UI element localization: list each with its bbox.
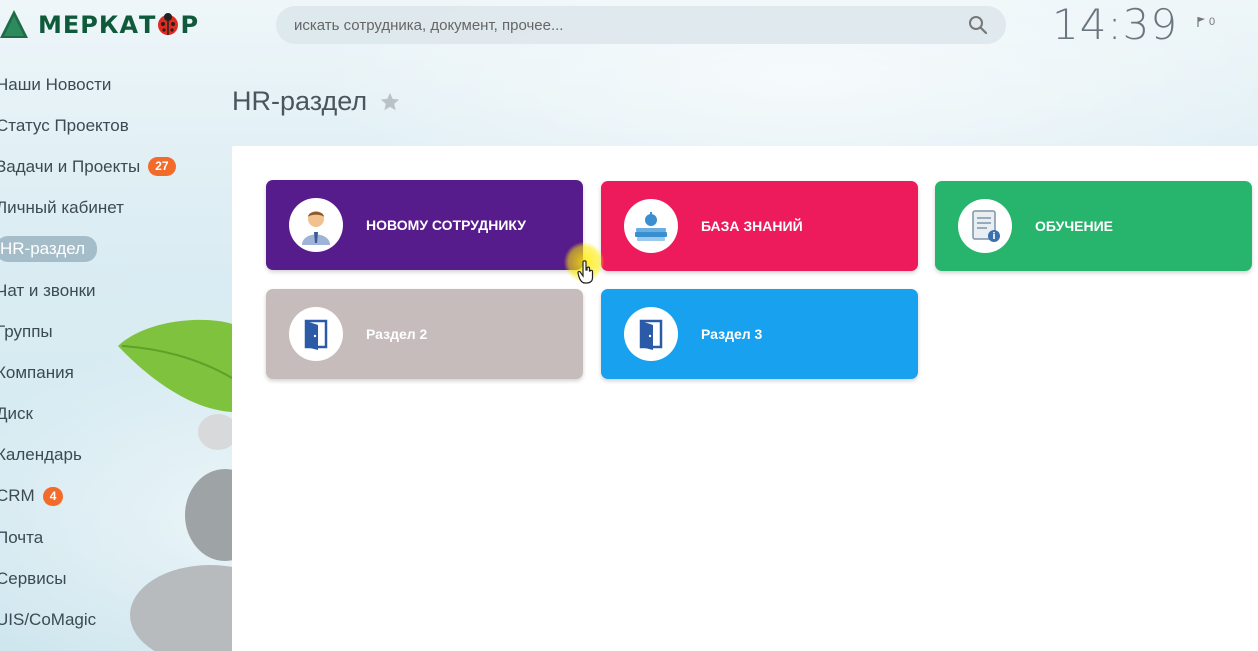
sidebar-item-disk[interactable]: Диск bbox=[0, 394, 230, 435]
sidebar-item-label: Наши Новости bbox=[0, 74, 112, 94]
sidebar-item-calendar[interactable]: Календарь bbox=[0, 435, 230, 476]
sidebar-item-label: Задачи и Проекты bbox=[0, 156, 141, 176]
notification-count: 0 bbox=[1209, 16, 1216, 28]
training-document-icon bbox=[972, 210, 1000, 242]
tile-section-2[interactable]: Раздел 2 bbox=[266, 289, 583, 379]
sidebar-item-label: Чат и звонки bbox=[0, 280, 96, 300]
sidebar-item-hr[interactable]: HR-раздел bbox=[0, 229, 230, 270]
folder-door-icon bbox=[304, 319, 328, 350]
sidebar-item-label: UIS/CoMagic bbox=[0, 610, 97, 630]
sidebar-item-label: Группы bbox=[0, 321, 53, 341]
page-title: HR-раздел bbox=[232, 86, 368, 116]
sidebar-item-label: Почта bbox=[0, 527, 44, 547]
sidebar-item-crm[interactable]: CRM 4 bbox=[0, 476, 230, 517]
search-icon[interactable] bbox=[968, 15, 988, 35]
tile-new-employee[interactable]: НОВОМУ СОТРУДНИКУ bbox=[266, 180, 583, 270]
sidebar-item-mail[interactable]: Почта bbox=[0, 517, 230, 558]
ladybug-icon bbox=[158, 13, 179, 35]
sidebar-item-label: Календарь bbox=[0, 445, 82, 465]
flag-icon bbox=[1197, 17, 1205, 27]
search-input[interactable] bbox=[294, 16, 968, 34]
sidebar-item-chat[interactable]: Чат и звонки bbox=[0, 270, 230, 311]
tile-icon-circle bbox=[624, 199, 678, 253]
tile-icon-circle bbox=[624, 307, 678, 361]
tile-label: НОВОМУ СОТРУДНИКУ bbox=[366, 217, 527, 233]
sidebar-item-groups[interactable]: Группы bbox=[0, 311, 230, 352]
logo-text: МЕРКАТ Р bbox=[38, 11, 200, 39]
folder-door-icon bbox=[639, 319, 663, 350]
clock: 14:39 bbox=[1052, 0, 1179, 49]
search-bar[interactable] bbox=[276, 6, 1006, 44]
sidebar-item-tasks[interactable]: Задачи и Проекты 27 bbox=[0, 146, 230, 187]
tile-icon-circle bbox=[289, 307, 343, 361]
sidebar-item-company[interactable]: Компания bbox=[0, 352, 230, 393]
tile-label: БАЗА ЗНАНИЙ bbox=[701, 218, 803, 234]
sidebar-item-services[interactable]: Сервисы bbox=[0, 558, 230, 599]
sidebar-item-label: Компания bbox=[0, 362, 74, 382]
tile-section-3[interactable]: Раздел 3 bbox=[601, 289, 918, 379]
tile-label: Раздел 3 bbox=[701, 326, 763, 342]
knowledge-base-icon bbox=[635, 212, 667, 241]
tile-icon-circle bbox=[958, 199, 1012, 253]
sidebar: Наши Новости Статус Проектов Задачи и Пр… bbox=[0, 64, 230, 641]
content-panel: НОВОМУ СОТРУДНИКУ БАЗА ЗНАНИЙ ОБУЧЕНИЕ Р… bbox=[232, 146, 1258, 651]
logo[interactable]: МЕРКАТ Р bbox=[0, 6, 199, 44]
tile-label: ОБУЧЕНИЕ bbox=[1035, 218, 1113, 234]
tile-knowledge-base[interactable]: БАЗА ЗНАНИЙ bbox=[601, 181, 918, 271]
sidebar-item-uis-comagic[interactable]: UIS/CoMagic bbox=[0, 599, 230, 640]
tasks-count-badge: 27 bbox=[148, 157, 176, 177]
sidebar-item-project-status[interactable]: Статус Проектов bbox=[0, 105, 230, 146]
sidebar-item-news[interactable]: Наши Новости bbox=[0, 64, 230, 105]
sidebar-item-label: Статус Проектов bbox=[0, 115, 129, 135]
sidebar-item-label: Личный кабинет bbox=[0, 198, 124, 218]
tile-training[interactable]: ОБУЧЕНИЕ bbox=[935, 181, 1252, 271]
notifications[interactable]: 0 bbox=[1197, 16, 1215, 28]
sidebar-item-profile[interactable]: Личный кабинет bbox=[0, 188, 230, 229]
star-icon[interactable] bbox=[379, 91, 401, 113]
hand-cursor-icon bbox=[577, 260, 594, 284]
crm-count-badge: 4 bbox=[42, 486, 64, 506]
sidebar-item-label: Диск bbox=[0, 404, 33, 424]
new-employee-icon bbox=[302, 211, 330, 245]
sidebar-item-label: HR-раздел bbox=[0, 236, 98, 263]
sidebar-item-label: CRM bbox=[0, 486, 35, 506]
tree-logo-icon bbox=[0, 10, 28, 38]
tile-icon-circle bbox=[289, 198, 343, 252]
page-title-row: HR-раздел bbox=[232, 86, 401, 117]
tile-label: Раздел 2 bbox=[366, 326, 428, 342]
sidebar-item-label: Сервисы bbox=[0, 568, 67, 588]
